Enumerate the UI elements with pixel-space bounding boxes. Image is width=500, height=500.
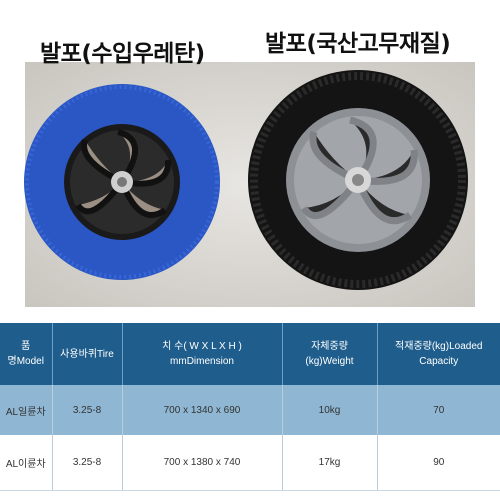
table-row: AL이륜차 3.25-8 700 x 1380 x 740 17kg 90 xyxy=(0,435,500,491)
blue-wheel xyxy=(24,84,220,280)
cell-model: AL일륜차 xyxy=(0,385,53,435)
cell-tire: 3.25-8 xyxy=(52,435,123,491)
header-tire: 사용바퀴Tire xyxy=(52,323,123,385)
cell-dimension: 700 x 1380 x 740 xyxy=(122,435,283,491)
header-model: 품 명Model xyxy=(0,323,53,385)
label-rubber: 발포(국산고무재질) xyxy=(265,31,451,57)
product-photo: 발포(수입우레탄) 발포(국산고무재질) xyxy=(0,0,500,320)
header-capacity: 적재중량(kg)Loaded Capacity xyxy=(377,323,500,385)
header-weight: 자체중량 (kg)Weight xyxy=(282,323,378,385)
cell-model: AL이륜차 xyxy=(0,435,53,491)
cell-tire: 3.25-8 xyxy=(52,385,123,435)
header-dimension: 치 수( W X L X H ) mmDimension xyxy=(122,323,283,385)
label-urethane: 발포(수입우레탄) xyxy=(40,41,205,67)
black-wheel xyxy=(248,70,468,290)
spec-table: 품 명Model 사용바퀴Tire 치 수( W X L X H ) mmDimen… xyxy=(0,323,500,491)
cell-weight: 10kg xyxy=(282,385,378,435)
cell-capacity: 70 xyxy=(377,385,500,435)
table-header-row: 품 명Model 사용바퀴Tire 치 수( W X L X H ) mmDimen… xyxy=(0,323,500,385)
cell-capacity: 90 xyxy=(377,435,500,491)
cell-weight: 17kg xyxy=(282,435,378,491)
spec-table-wrapper: 품 명Model 사용바퀴Tire 치 수( W X L X H ) mmDimen… xyxy=(0,323,500,500)
table-row: AL일륜차 3.25-8 700 x 1340 x 690 10kg 70 xyxy=(0,385,500,435)
cell-dimension: 700 x 1340 x 690 xyxy=(122,385,283,435)
